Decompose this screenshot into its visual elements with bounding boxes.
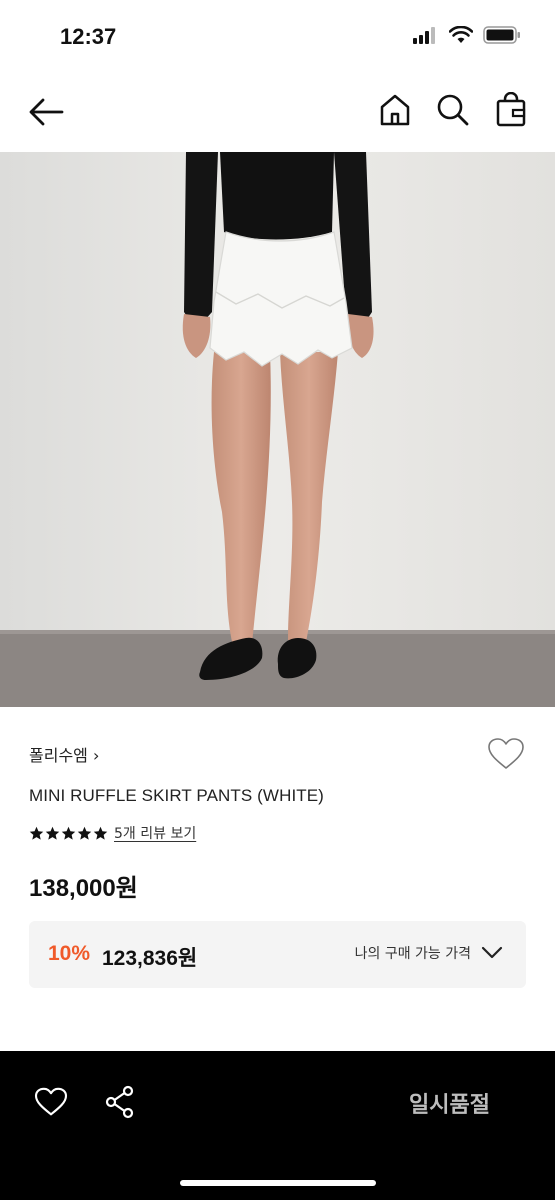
product-image[interactable]: [0, 152, 555, 707]
soldout-label: 일시품절: [409, 1093, 490, 1118]
chevron-down-icon: [481, 946, 503, 959]
star-icon: [93, 826, 108, 840]
discount-price: 123,836원: [102, 947, 198, 970]
my-price-toggle[interactable]: 나의 구매 가능 가격: [355, 943, 503, 963]
discount-rate: 10%: [48, 942, 91, 965]
review-link[interactable]: 5개 리뷰 보기: [114, 823, 196, 843]
home-icon: [380, 94, 410, 126]
my-price-label: 나의 구매 가능 가격: [354, 946, 471, 962]
product-price: 138,000원: [29, 875, 138, 902]
battery-icon: [483, 26, 521, 48]
back-button[interactable]: [26, 94, 66, 130]
nav-bar: [0, 76, 555, 152]
rating-stars: [29, 826, 108, 841]
product-name: MINI RUFFLE SKIRT PANTS (WHITE): [29, 786, 324, 805]
share-button[interactable]: [104, 1085, 136, 1119]
wifi-icon: [448, 25, 474, 48]
bottom-action-bar: 일시품절: [0, 1051, 555, 1200]
heart-icon: [488, 738, 524, 769]
arrow-left-icon: [29, 98, 64, 126]
discount-box: 10% 123,836원 나의 구매 가능 가격: [29, 921, 526, 988]
brand-link[interactable]: 폴리수엠 ›: [29, 742, 99, 766]
home-button[interactable]: [377, 92, 413, 128]
home-indicator: [180, 1180, 376, 1186]
status-bar: 12:37: [0, 0, 555, 76]
share-icon: [105, 1085, 134, 1119]
star-icon: [77, 826, 92, 840]
rating-row: 5개 리뷰 보기: [29, 823, 196, 843]
star-icon: [29, 826, 44, 840]
heart-icon: [34, 1087, 68, 1116]
search-button[interactable]: [435, 92, 471, 128]
search-icon: [437, 94, 469, 126]
star-icon: [45, 826, 60, 840]
cart-button[interactable]: [493, 91, 529, 128]
star-icon: [61, 826, 76, 840]
bottom-wishlist-button[interactable]: [34, 1087, 68, 1117]
signal-icon: [413, 26, 439, 48]
status-time: 12:37: [60, 24, 117, 49]
status-icons: [413, 25, 521, 48]
shopping-bag-icon: [496, 91, 526, 127]
wishlist-button[interactable]: [487, 737, 525, 771]
